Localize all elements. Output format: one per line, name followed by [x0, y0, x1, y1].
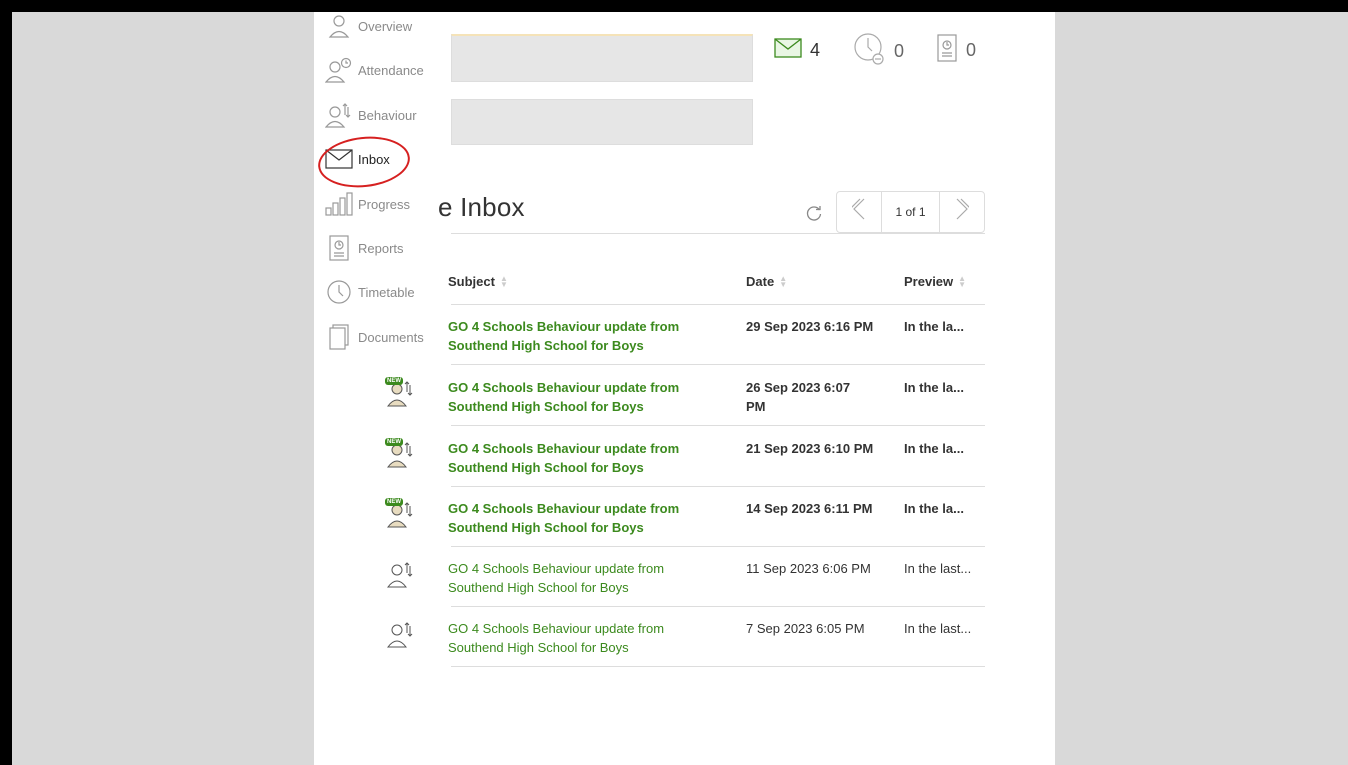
column-header-date[interactable]: Date ▲ ▼ [746, 274, 787, 289]
message-subject[interactable]: GO 4 Schools Behaviour update from Southe… [448, 619, 728, 657]
bar-chart-icon [324, 189, 354, 219]
subject-line-2: Southend High School for Boys [448, 580, 629, 595]
sidebar-item-timetable[interactable]: Timetable [324, 277, 415, 307]
message-preview: In the last... [904, 561, 972, 576]
app-page: Overview Attendance Behaviour Inbox Prog… [314, 12, 1055, 765]
sidebar-item-label: Documents [358, 329, 424, 345]
table-row[interactable]: GO 4 Schools Behaviour update from Southe… [448, 305, 985, 365]
subject-line-1: GO 4 Schools Behaviour update from [448, 621, 665, 636]
messages-count: 4 [810, 40, 821, 60]
behaviour-icon [385, 618, 417, 652]
detentions-counter[interactable]: 0 [852, 32, 904, 71]
subject-line-2: Southend High School for Boys [448, 399, 644, 414]
sidebar-item-label: Behaviour [358, 107, 417, 123]
report-icon [324, 233, 354, 263]
previous-page-button[interactable] [837, 192, 881, 232]
message-preview: In the la... [904, 380, 964, 395]
clock-icon [324, 277, 354, 307]
behaviour-new-icon: NEW [385, 377, 417, 411]
new-badge: NEW [385, 438, 403, 446]
message-preview: In the la... [904, 319, 964, 334]
student-details-placeholder [451, 99, 753, 145]
column-header-preview[interactable]: Preview ▲ ▼ [904, 274, 966, 289]
behaviour-new-icon: NEW [385, 438, 417, 472]
sidebar-item-documents[interactable]: Documents [324, 322, 424, 352]
table-row[interactable]: NEW GO 4 Schools Behaviour update from So… [385, 427, 985, 487]
sidebar-item-progress[interactable]: Progress [324, 189, 410, 219]
documents-icon [324, 322, 354, 352]
message-preview: In the la... [904, 441, 964, 456]
message-subject[interactable]: GO 4 Schools Behaviour update from Southe… [448, 439, 728, 477]
report-icon [936, 34, 958, 67]
new-badge: NEW [385, 498, 403, 506]
attendance-icon [324, 55, 354, 85]
detentions-count: 0 [894, 41, 905, 61]
frame-top-border [0, 0, 1348, 12]
message-date: 14 Sep 2023 6:11 PM [746, 501, 873, 516]
reports-count: 0 [966, 40, 977, 60]
sidebar-item-label: Overview [358, 18, 413, 34]
message-subject[interactable]: GO 4 Schools Behaviour update from Southe… [448, 378, 728, 416]
subject-line-2: Southend High School for Boys [448, 460, 644, 475]
sidebar-item-attendance[interactable]: Attendance [324, 55, 424, 85]
message-subject[interactable]: GO 4 Schools Behaviour update from Southe… [448, 317, 728, 355]
sort-icon: ▲ ▼ [958, 273, 967, 289]
message-date: 21 Sep 2023 6:10 PM [746, 441, 874, 456]
subject-line-2: Southend High School for Boys [448, 640, 629, 655]
column-header-label: Preview [904, 274, 954, 289]
chevron-left-icon [849, 198, 866, 226]
table-row[interactable]: GO 4 Schools Behaviour update from Southe… [386, 547, 985, 607]
column-header-label: Subject [448, 274, 495, 289]
subject-line-2: Southend High School for Boys [448, 520, 644, 535]
next-page-button[interactable] [940, 192, 984, 232]
clock-minus-icon [852, 32, 886, 71]
subject-line-2: Southend High School for Boys [448, 338, 644, 353]
message-preview: In the last... [904, 621, 972, 636]
subject-line-1: GO 4 Schools Behaviour update from [448, 561, 665, 576]
message-date: 11 Sep 2023 6:06 PM [746, 561, 871, 576]
sidebar-item-overview[interactable]: Overview [324, 12, 412, 41]
page-indicator: 1 of 1 [881, 192, 940, 232]
sidebar-item-reports[interactable]: Reports [324, 233, 404, 263]
inbox-title: e Inbox [438, 192, 525, 222]
message-date: 7 Sep 2023 6:05 PM [746, 621, 865, 636]
column-header-label: Date [746, 274, 775, 289]
column-header-subject[interactable]: Subject ▲ ▼ [448, 273, 508, 289]
sidebar-item-label: Timetable [358, 284, 415, 300]
sidebar-item-label: Reports [358, 240, 404, 256]
subject-line-1: GO 4 Schools Behaviour update from [448, 380, 680, 395]
subject-line-1: GO 4 Schools Behaviour update from [448, 441, 680, 456]
sort-icon: ▲ ▼ [499, 273, 508, 289]
table-row[interactable]: NEW GO 4 Schools Behaviour update from So… [385, 487, 985, 547]
new-badge: NEW [385, 377, 403, 385]
student-name-placeholder [451, 34, 753, 82]
person-icon [324, 12, 354, 41]
messages-counter[interactable]: 4 [774, 38, 820, 63]
chevron-right-icon [955, 198, 972, 226]
title-divider [451, 233, 985, 234]
reports-counter[interactable]: 0 [936, 34, 976, 67]
sidebar-item-behaviour[interactable]: Behaviour [324, 100, 417, 130]
message-date: 29 Sep 2023 6:16 PM [746, 319, 874, 334]
envelope-icon [774, 38, 802, 63]
sidebar-item-label: Attendance [358, 62, 424, 78]
table-row[interactable]: NEW GO 4 Schools Behaviour update from So… [385, 366, 985, 426]
refresh-icon[interactable] [802, 202, 826, 226]
sidebar-item-label: Progress [358, 196, 411, 212]
message-subject[interactable]: GO 4 Schools Behaviour update from Southe… [448, 559, 728, 597]
subject-line-1: GO 4 Schools Behaviour update from [448, 501, 680, 516]
behaviour-icon [324, 100, 354, 130]
message-preview: In the la... [904, 501, 964, 516]
frame-left-border [0, 0, 12, 765]
table-row[interactable]: GO 4 Schools Behaviour update from Southe… [386, 607, 985, 667]
behaviour-new-icon: NEW [385, 498, 417, 532]
message-date: 26 Sep 2023 6:07 PM [746, 380, 851, 414]
red-annotation-circle [315, 132, 413, 192]
message-subject[interactable]: GO 4 Schools Behaviour update from Southe… [448, 499, 728, 537]
sort-icon: ▲ ▼ [779, 273, 788, 289]
behaviour-icon [385, 558, 417, 592]
subject-line-1: GO 4 Schools Behaviour update from [448, 319, 680, 334]
pagination: 1 of 1 [836, 191, 985, 233]
